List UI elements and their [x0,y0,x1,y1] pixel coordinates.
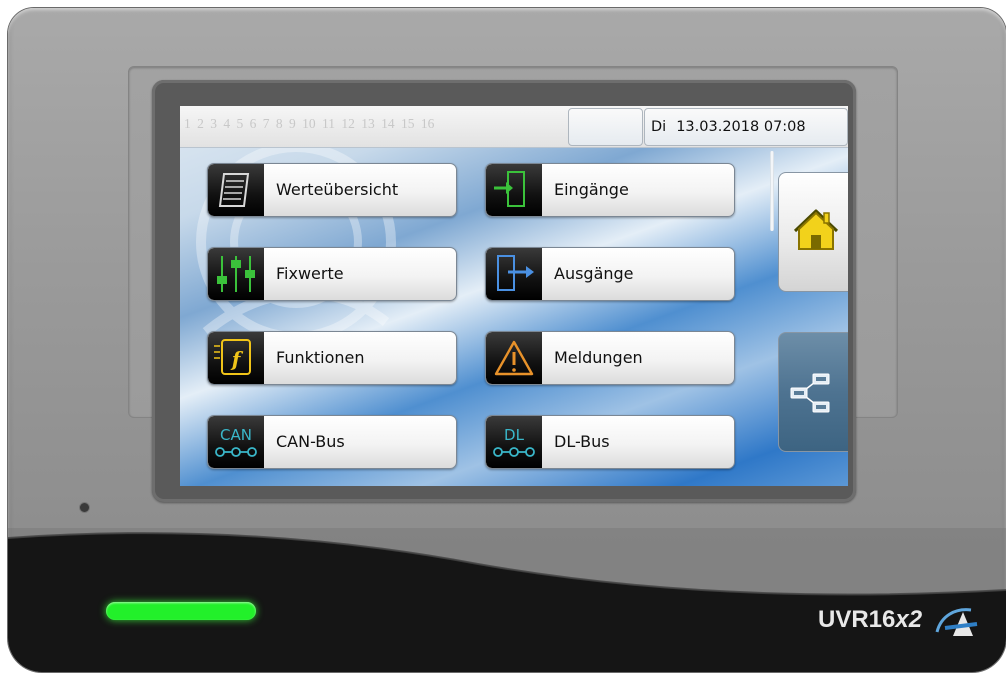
page-number[interactable]: 7 [263,116,270,131]
output-arrow-icon [486,248,542,300]
status-bar: 1 2 3 4 5 6 7 8 9 10 11 12 13 14 15 16 D… [180,106,848,148]
eingaenge-button[interactable]: Eingänge [485,163,735,217]
page-number[interactable]: 10 [302,116,316,131]
document-list-icon [208,164,264,216]
svg-text:DL: DL [504,426,525,444]
dl-bus-button[interactable]: DL DL-Bus [485,415,735,469]
ausgaenge-button[interactable]: Ausgänge [485,247,735,301]
page-number[interactable]: 15 [401,116,415,131]
network-button[interactable] [778,332,848,452]
function-icon: f [208,332,264,384]
page-number[interactable]: 8 [276,116,283,131]
light-sensor-dot [80,503,89,512]
page-number[interactable]: 3 [210,116,217,131]
dl-bus-label: DL-Bus [554,432,610,451]
ausgaenge-label: Ausgänge [554,264,634,283]
page-number[interactable]: 14 [381,116,395,131]
page-number[interactable]: 11 [322,116,335,131]
page-number[interactable]: 5 [237,116,244,131]
lower-panel-wave [8,528,1006,672]
page-number[interactable]: 13 [361,116,375,131]
svg-text:f: f [230,347,244,371]
brand-logo-icon [935,608,978,636]
funktionen-button[interactable]: f Funktionen [207,331,457,385]
warning-icon [486,332,542,384]
datetime-box[interactable]: Di 13.03.2018 07:08 [644,108,848,146]
meldungen-label: Meldungen [554,348,643,367]
brand-label: UVR16x2 [818,606,923,633]
meldungen-button[interactable]: Meldungen [485,331,735,385]
can-bus-icon: CAN [208,416,264,468]
fixwerte-label: Fixwerte [276,264,344,283]
status-led-bar [106,602,256,620]
scroll-indicator[interactable] [770,151,774,231]
page-number[interactable]: 4 [223,116,230,131]
dl-bus-icon: DL [486,416,542,468]
home-button[interactable] [778,172,848,292]
page-number[interactable]: 16 [421,116,435,131]
fixwerte-button[interactable]: Fixwerte [207,247,457,301]
weekday-label: Di [651,119,667,135]
status-blank-box[interactable] [568,108,643,146]
page-number[interactable]: 9 [289,116,296,131]
page-number[interactable]: 6 [250,116,257,131]
eingaenge-label: Eingänge [554,180,629,199]
svg-text:CAN: CAN [220,426,252,444]
werteuebersicht-button[interactable]: Werteübersicht [207,163,457,217]
page-number[interactable]: 1 [184,116,191,131]
network-icon [790,373,830,413]
page-number[interactable]: 2 [197,116,204,131]
sliders-icon [208,248,264,300]
home-icon [793,209,839,250]
page-number[interactable]: 12 [341,116,355,131]
can-bus-label: CAN-Bus [276,432,345,451]
funktionen-label: Funktionen [276,348,365,367]
werteuebersicht-label: Werteübersicht [276,180,399,199]
touch-screen: 1 2 3 4 5 6 7 8 9 10 11 12 13 14 15 16 D… [180,106,848,486]
can-bus-button[interactable]: CAN CAN-Bus [207,415,457,469]
date-label: 13.03.2018 [676,119,760,135]
input-arrow-icon [486,164,542,216]
time-label: 07:08 [763,119,806,135]
page-number-row: 1 2 3 4 5 6 7 8 9 10 11 12 13 14 15 16 [184,116,568,138]
